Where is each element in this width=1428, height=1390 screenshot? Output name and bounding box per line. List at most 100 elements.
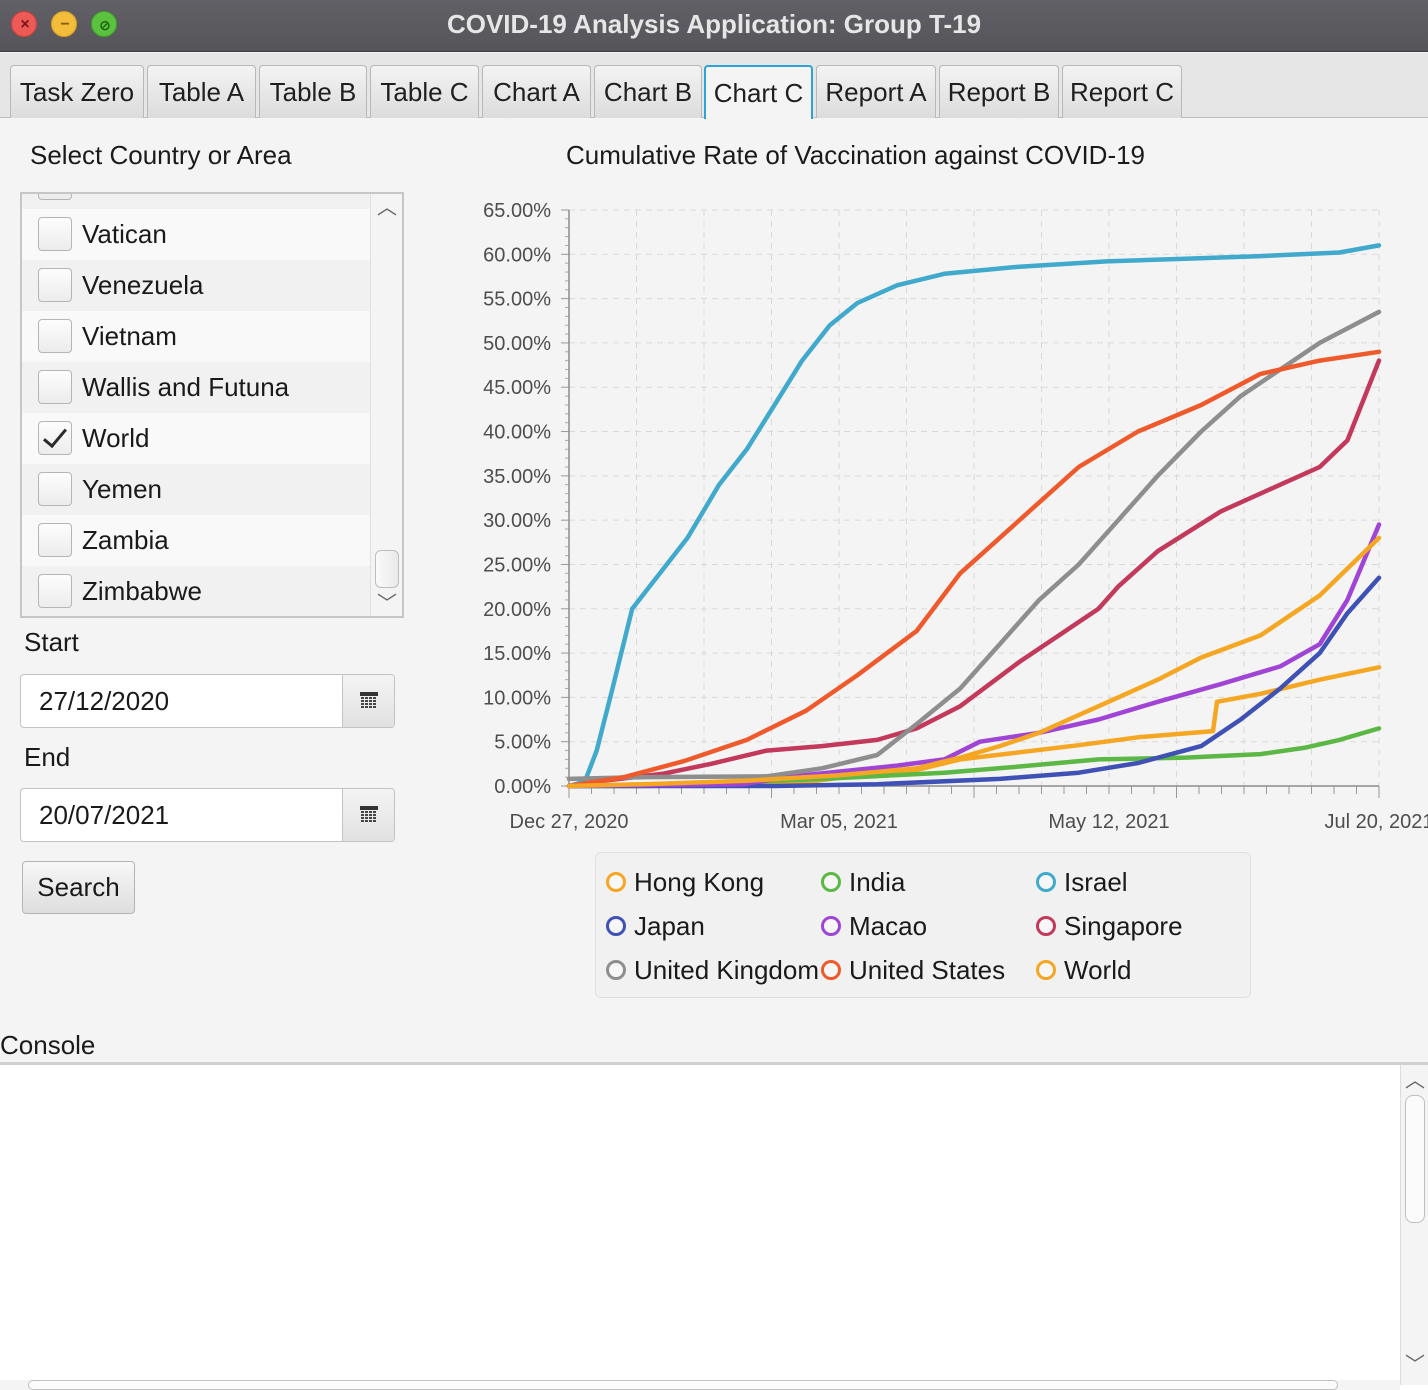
console-scrollbar[interactable]: ︿ ﹀: [1400, 1065, 1428, 1385]
list-item[interactable]: Vietnam: [22, 311, 372, 362]
tab-report-b[interactable]: Report B: [939, 65, 1059, 118]
legend-marker: [1036, 960, 1056, 980]
y-tick-label: 30.00%: [483, 510, 551, 532]
x-tick-label: Jul 20, 2021: [1325, 811, 1428, 833]
list-item-label: Vatican: [82, 219, 167, 249]
select-country-label: Select Country or Area: [30, 140, 292, 170]
title-bar: × − ⊘ COVID-19 Analysis Application: Gro…: [0, 0, 1428, 52]
checkbox[interactable]: [38, 319, 72, 353]
calendar-icon: [360, 692, 378, 708]
y-tick-label: 50.00%: [483, 333, 551, 355]
y-tick-label: 15.00%: [483, 643, 551, 665]
legend-marker: [1036, 916, 1056, 936]
legend-marker: [606, 960, 626, 980]
y-tick-label: 60.00%: [483, 244, 551, 266]
checkbox[interactable]: [38, 370, 72, 404]
y-tick-label: 35.00%: [483, 466, 551, 488]
legend-label: Japan: [634, 911, 705, 941]
search-button[interactable]: Search: [22, 861, 135, 914]
list-item-label: Zimbabwe: [82, 576, 202, 606]
list-item[interactable]: Wallis and Futuna: [22, 362, 372, 413]
checkbox[interactable]: [38, 268, 72, 302]
chart-legend: Hong Kong India Israel Japan Macao Singa…: [595, 852, 1251, 998]
list-item[interactable]: Venezuela: [22, 260, 372, 311]
x-tick-label: Dec 27, 2020: [510, 811, 629, 833]
chart-title: Cumulative Rate of Vaccination against C…: [566, 140, 1146, 170]
list-item[interactable]: [22, 194, 372, 209]
x-tick-label: Mar 05, 2021: [780, 811, 898, 833]
list-item[interactable]: Zimbabwe: [22, 566, 372, 616]
console-output[interactable]: ︿ ﹀: [0, 1062, 1428, 1390]
list-item-label: World: [82, 423, 150, 453]
y-tick-label: 55.00%: [483, 289, 551, 311]
legend-label: India: [849, 867, 906, 897]
y-tick-label: 10.00%: [483, 687, 551, 709]
legend-label: Hong Kong: [634, 867, 765, 897]
checkbox[interactable]: [38, 574, 72, 608]
vaccination-line-chart: 0.00% 5.00% 10.00% 15.00% 20.00% 25.00% 30.00%…: [483, 200, 1428, 833]
scroll-thumb[interactable]: [28, 1380, 1338, 1390]
y-tick-label: 5.00%: [494, 732, 551, 754]
start-date-input[interactable]: 27/12/2020: [39, 675, 169, 727]
start-calendar-button[interactable]: [342, 675, 394, 727]
legend-marker: [606, 872, 626, 892]
checkbox[interactable]: [38, 217, 72, 251]
tab-strip: Task Zero Table A Table B Table C Chart …: [0, 53, 1428, 119]
list-item-label: Wallis and Futuna: [82, 372, 290, 402]
legend-label: United Kingdom: [634, 955, 819, 985]
legend-marker: [821, 916, 841, 936]
tab-report-a[interactable]: Report A: [816, 65, 936, 118]
console-label: Console: [0, 1030, 96, 1060]
tab-chart-a[interactable]: Chart A: [482, 65, 591, 118]
y-tick-label: 45.00%: [483, 377, 551, 399]
window-title: COVID-19 Analysis Application: Group T-1…: [446, 9, 982, 39]
tab-task-zero[interactable]: Task Zero: [10, 65, 144, 118]
checkbox[interactable]: [38, 523, 72, 557]
scroll-up-icon[interactable]: ︿: [371, 198, 402, 218]
scroll-thumb[interactable]: [1405, 1095, 1425, 1223]
y-tick-label: 0.00%: [494, 776, 551, 798]
checkbox[interactable]: [38, 194, 72, 200]
checkbox[interactable]: [38, 472, 72, 506]
list-item-label: Yemen: [82, 474, 162, 504]
scroll-down-icon[interactable]: ﹀: [371, 594, 402, 614]
list-item-label: Zambia: [82, 525, 169, 555]
legend-label: World: [1064, 955, 1132, 985]
start-date-picker[interactable]: 27/12/2020: [20, 674, 395, 728]
tab-table-b[interactable]: Table B: [259, 65, 367, 118]
list-item-label: Venezuela: [82, 270, 204, 300]
console-horizontal-scrollbar[interactable]: [0, 1380, 1400, 1390]
y-tick-label: 40.00%: [483, 422, 551, 444]
y-tick-label: 65.00%: [483, 200, 551, 222]
x-tick-label: May 12, 2021: [1048, 811, 1169, 833]
scroll-down-icon[interactable]: ﹀: [1401, 1355, 1428, 1375]
end-date-picker[interactable]: 20/07/2021: [20, 788, 395, 842]
y-tick-label: 25.00%: [483, 554, 551, 576]
scroll-thumb[interactable]: [375, 550, 399, 588]
legend-marker: [1036, 872, 1056, 892]
country-list[interactable]: Vatican Venezuela Vietnam Wallis and Fut…: [20, 192, 404, 618]
y-tick-label: 20.00%: [483, 599, 551, 621]
tab-table-a[interactable]: Table A: [147, 65, 256, 118]
legend-label: Singapore: [1064, 911, 1183, 941]
tab-chart-b[interactable]: Chart B: [594, 65, 702, 118]
list-scrollbar[interactable]: ︿ ﹀: [370, 194, 402, 616]
legend-label: United States: [849, 955, 1006, 985]
legend-marker: [821, 872, 841, 892]
calendar-icon: [360, 806, 378, 822]
list-item[interactable]: Yemen: [22, 464, 372, 515]
checkbox-checked[interactable]: [38, 421, 72, 455]
tab-report-c[interactable]: Report C: [1062, 65, 1182, 118]
start-label: Start: [24, 627, 79, 657]
list-item[interactable]: World: [22, 413, 372, 464]
legend-marker: [821, 960, 841, 980]
list-item-label: Vietnam: [82, 321, 177, 351]
list-item[interactable]: Vatican: [22, 209, 372, 260]
end-date-input[interactable]: 20/07/2021: [39, 789, 169, 841]
tab-table-c[interactable]: Table C: [370, 65, 479, 118]
legend-marker: [606, 916, 626, 936]
list-item[interactable]: Zambia: [22, 515, 372, 566]
tab-chart-c[interactable]: Chart C: [704, 65, 813, 119]
scroll-up-icon[interactable]: ︿: [1401, 1071, 1428, 1091]
end-calendar-button[interactable]: [342, 789, 394, 841]
